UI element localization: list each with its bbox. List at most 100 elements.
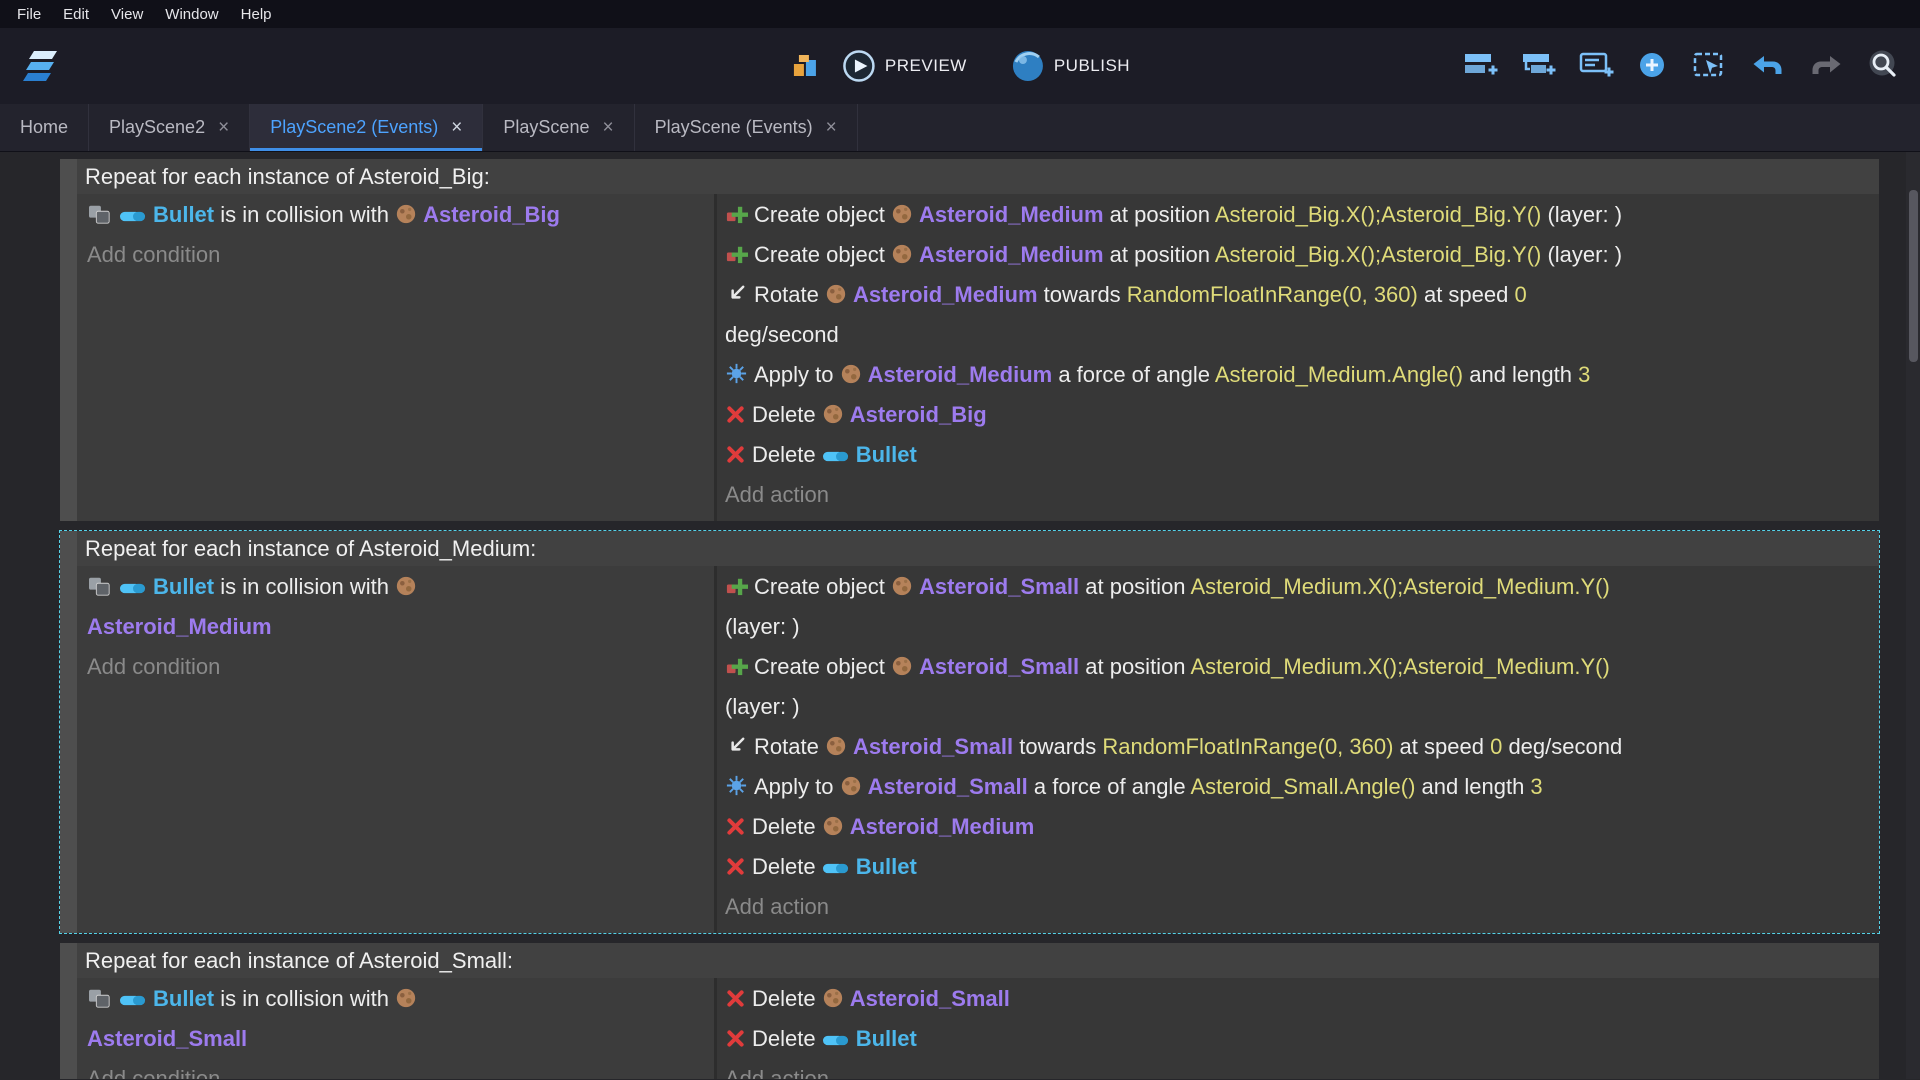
debugger-icon (790, 52, 820, 80)
menu-file[interactable]: File (6, 2, 52, 27)
segment-plain: and length (1463, 362, 1578, 387)
segment-plain: and length (1415, 774, 1530, 799)
action-item[interactable]: Rotate Asteroid_Small towards RandomFloa… (725, 727, 1869, 767)
segment-plain: (layer: ) (1541, 242, 1622, 267)
add-comment-button[interactable] (1574, 46, 1618, 86)
action-item[interactable]: Delete Bullet (725, 435, 1869, 475)
debugger-button[interactable] (786, 48, 824, 84)
preview-button[interactable]: PREVIEW (838, 45, 971, 87)
actions-column: Delete Asteroid_SmallDelete BulletAdd ac… (717, 978, 1879, 1079)
tab-playscene[interactable]: PlayScene × (483, 104, 634, 151)
redo-button[interactable] (1804, 46, 1848, 86)
choose-event-icon (1692, 50, 1728, 82)
segment-plain: Delete (752, 986, 822, 1011)
tab-close-icon[interactable]: × (451, 118, 462, 137)
action-item[interactable]: Delete Bullet (725, 847, 1869, 887)
action-item[interactable]: Delete Bullet (725, 1019, 1869, 1059)
action-item[interactable]: Create object Asteroid_Small at position… (725, 567, 1869, 647)
segment-obj-sprite: Asteroid_Medium (850, 814, 1035, 839)
delete-icon (725, 856, 746, 877)
publish-label: PUBLISH (1054, 56, 1130, 76)
delete-icon (725, 1028, 746, 1049)
undo-button[interactable] (1746, 46, 1790, 86)
tab-close-icon[interactable]: × (826, 118, 837, 137)
event-block[interactable]: Repeat for each instance of Asteroid_Big… (59, 158, 1880, 522)
segment-obj-sprite: Asteroid_Medium (87, 614, 272, 639)
add-condition-button[interactable]: Add condition (87, 235, 704, 275)
event-header[interactable]: Repeat for each instance of Asteroid_Big… (77, 159, 1879, 194)
action-item[interactable]: Rotate Asteroid_Medium towards RandomFlo… (725, 275, 1869, 355)
segment-plain: Apply to (754, 774, 840, 799)
action-item[interactable]: Delete Asteroid_Medium (725, 807, 1869, 847)
segment-plain: deg/second (725, 322, 839, 347)
force-icon (725, 774, 748, 797)
add-action-button[interactable]: Add action (725, 475, 1869, 515)
create-icon (725, 242, 748, 265)
event-block[interactable]: Repeat for each instance of Asteroid_Sma… (59, 942, 1880, 1079)
add-condition-button[interactable]: Add condition (87, 1059, 704, 1079)
tab-playscene2-events[interactable]: PlayScene2 (Events)× (250, 104, 483, 151)
scrollbar[interactable] (1906, 152, 1920, 1079)
segment-expr: 3 (1578, 362, 1590, 387)
condition-item[interactable]: Bullet is in collision with Asteroid_Sma… (87, 979, 704, 1059)
event-drag-handle[interactable] (60, 531, 77, 933)
event-header[interactable]: Repeat for each instance of Asteroid_Sma… (77, 943, 1879, 978)
action-item[interactable]: Apply to Asteroid_Medium a force of angl… (725, 355, 1869, 395)
asteroid-icon (822, 815, 844, 837)
segment-expr: 3 (1530, 774, 1542, 799)
tab-home[interactable]: Home (0, 104, 89, 151)
search-icon (1866, 49, 1902, 83)
segment-obj-bullet: Bullet (153, 986, 214, 1011)
condition-item[interactable]: Bullet is in collision with Asteroid_Med… (87, 567, 704, 647)
add-action-button[interactable]: Add action (725, 1059, 1869, 1079)
add-subevent-button[interactable] (1516, 46, 1560, 86)
tab-close-icon[interactable]: × (218, 118, 229, 137)
bullet-icon (119, 994, 147, 1007)
segment-plain: Delete (752, 854, 822, 879)
scrollbar-thumb[interactable] (1909, 190, 1918, 362)
add-event-button[interactable] (1458, 46, 1502, 86)
project-manager-button[interactable] (14, 42, 66, 90)
delete-icon (725, 444, 746, 465)
segment-plain: Create object (754, 202, 891, 227)
action-item[interactable]: Create object Asteroid_Small at position… (725, 647, 1869, 727)
segment-plain: Delete (752, 402, 822, 427)
condition-item[interactable]: Bullet is in collision with Asteroid_Big (87, 195, 704, 235)
events-list: Repeat for each instance of Asteroid_Big… (59, 158, 1880, 1079)
menu-edit[interactable]: Edit (52, 2, 100, 27)
conditions-column: Bullet is in collision with Asteroid_Big… (77, 194, 717, 521)
choose-event-button[interactable] (1688, 46, 1732, 86)
action-item[interactable]: Create object Asteroid_Medium at positio… (725, 235, 1869, 275)
asteroid-icon (891, 575, 913, 597)
tab-label: PlayScene (503, 117, 589, 138)
action-item[interactable]: Delete Asteroid_Big (725, 395, 1869, 435)
event-header[interactable]: Repeat for each instance of Asteroid_Med… (77, 531, 1879, 566)
segment-obj-sprite: Asteroid_Small (853, 734, 1013, 759)
menu-window[interactable]: Window (154, 2, 229, 27)
segment-plain: is in collision with (214, 574, 395, 599)
menu-view[interactable]: View (100, 2, 154, 27)
event-drag-handle[interactable] (60, 159, 77, 521)
delete-icon (725, 988, 746, 1009)
event-drag-handle[interactable] (60, 943, 77, 1079)
action-item[interactable]: Apply to Asteroid_Small a force of angle… (725, 767, 1869, 807)
segment-plain: towards (1038, 282, 1127, 307)
action-item[interactable]: Create object Asteroid_Medium at positio… (725, 195, 1869, 235)
segment-plain: Rotate (754, 734, 825, 759)
tab-playscene-events[interactable]: PlayScene (Events)× (635, 104, 858, 151)
action-item[interactable]: Delete Asteroid_Small (725, 979, 1869, 1019)
menu-help[interactable]: Help (230, 2, 283, 27)
collision-icon (87, 203, 113, 225)
segment-plain: is in collision with (214, 986, 395, 1011)
publish-button[interactable]: PUBLISH (1007, 45, 1134, 87)
add-special-event-button[interactable] (1632, 46, 1674, 86)
tab-close-icon[interactable]: × (602, 118, 613, 137)
add-action-button[interactable]: Add action (725, 887, 1869, 927)
add-condition-button[interactable]: Add condition (87, 647, 704, 687)
search-button[interactable] (1862, 45, 1906, 87)
create-icon (725, 654, 748, 677)
tab-playscene2[interactable]: PlayScene2× (89, 104, 250, 151)
event-block[interactable]: Repeat for each instance of Asteroid_Med… (59, 530, 1880, 934)
segment-plain: Rotate (754, 282, 825, 307)
asteroid-icon (891, 243, 913, 265)
